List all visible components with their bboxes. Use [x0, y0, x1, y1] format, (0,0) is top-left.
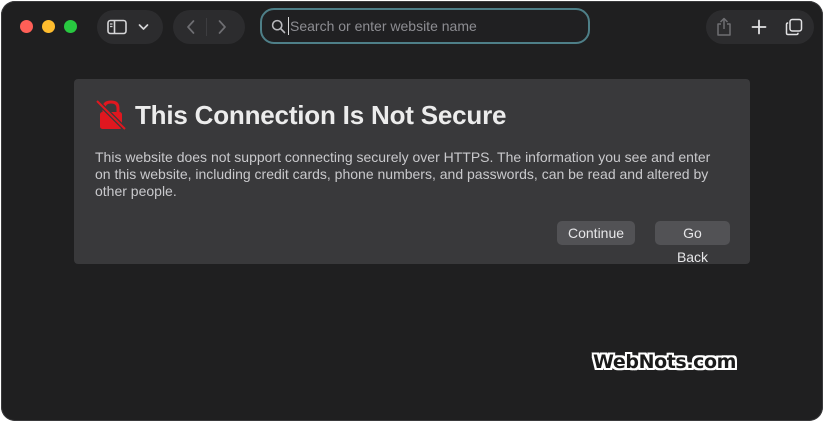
chevron-right-icon[interactable]	[207, 12, 237, 42]
watermark-logo: WebNots.com	[593, 351, 737, 373]
security-warning-panel: This Connection Is Not Secure This websi…	[74, 79, 750, 265]
navigation-control	[173, 10, 245, 44]
continue-button[interactable]: Continue	[557, 221, 635, 245]
search-input[interactable]	[288, 17, 582, 35]
chevron-down-icon[interactable]	[132, 12, 154, 42]
plus-icon[interactable]	[744, 12, 774, 42]
zoom-window-button[interactable]	[64, 20, 77, 33]
browser-window: This Connection Is Not Secure This websi…	[1, 1, 823, 421]
go-back-button[interactable]: Go Back	[655, 221, 730, 265]
sidebar-control	[97, 10, 163, 44]
address-bar[interactable]	[260, 8, 590, 44]
warning-title: This Connection Is Not Secure	[135, 100, 507, 130]
lock-slash-icon	[94, 98, 128, 132]
minimize-window-button[interactable]	[42, 20, 55, 33]
tab-actions	[706, 10, 814, 44]
tab-overview-icon[interactable]	[779, 12, 809, 42]
sidebar-icon[interactable]	[102, 12, 132, 42]
toolbar	[1, 1, 823, 53]
chevron-left-icon[interactable]	[176, 12, 206, 42]
close-window-button[interactable]	[20, 20, 33, 33]
warning-description: This website does not support connecting…	[95, 149, 711, 199]
share-icon[interactable]	[709, 12, 739, 42]
search-icon	[271, 18, 287, 34]
